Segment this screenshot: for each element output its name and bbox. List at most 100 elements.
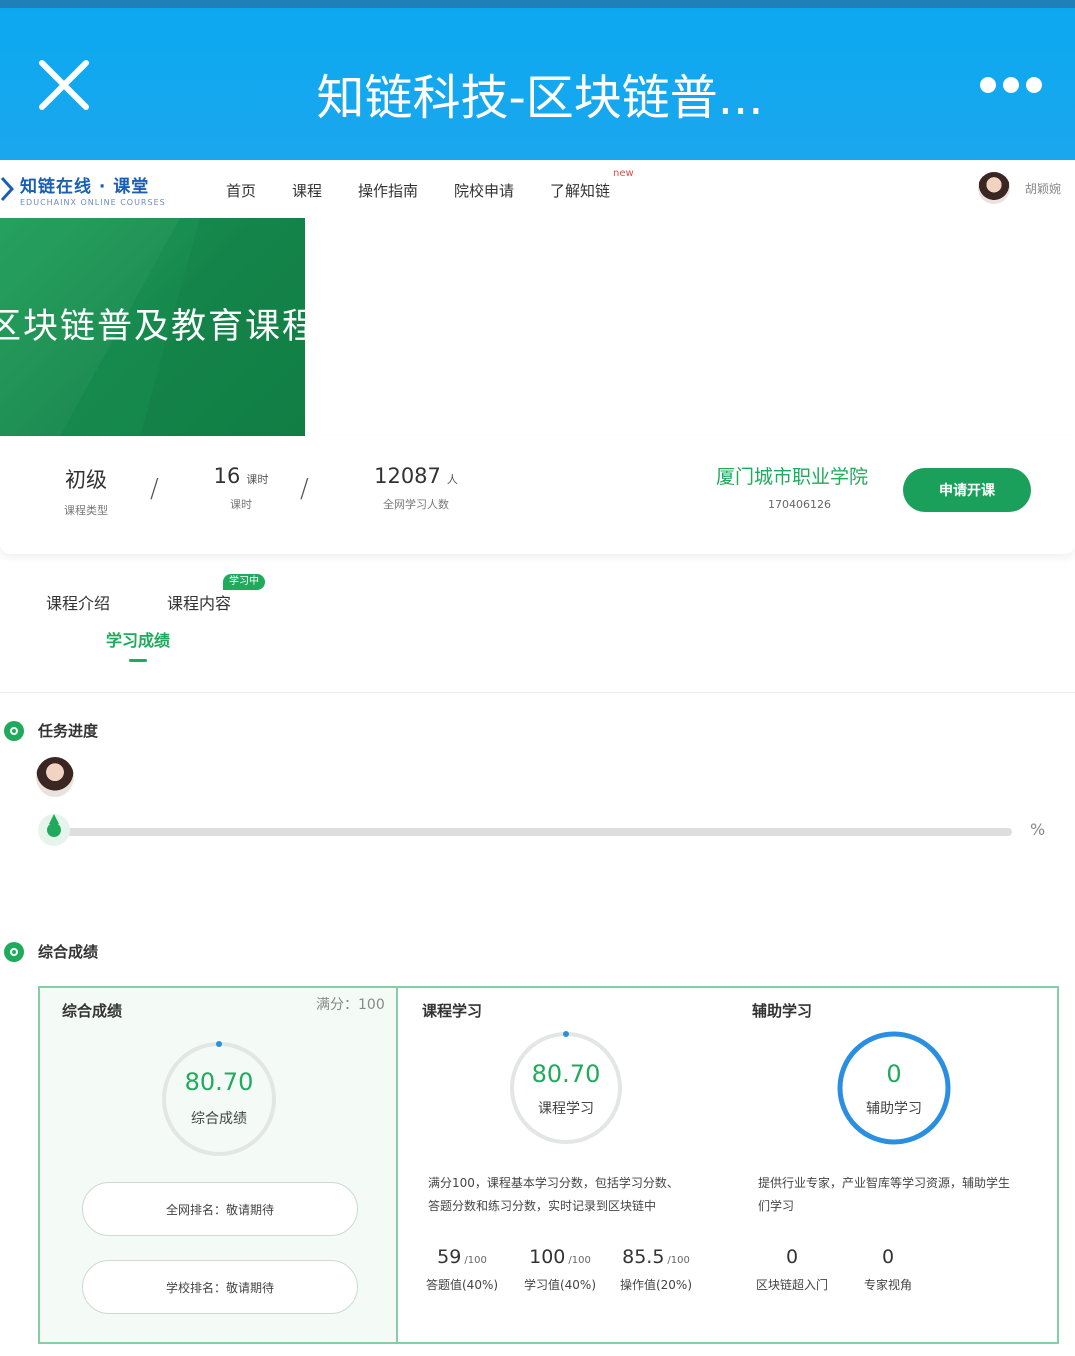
course-info-card: 初级 课程类型 / 16 课时 课时 / 12087 人 全网学习人数 厦门城市职业… <box>0 436 1075 554</box>
blockchain-intro-label: 区块链超入门 <box>755 1278 828 1292</box>
overall-score-title: 综合成绩 <box>38 943 99 961</box>
overall-score-ring: 80.70 综合成绩 <box>160 1040 278 1158</box>
blockchain-intro-score: 0 区块链超入门 <box>750 1246 834 1293</box>
overall-score-label: 综合成绩 <box>191 1111 247 1127</box>
course-learners: 12087 人 全网学习人数 <box>366 464 466 512</box>
progress-percent: % <box>1030 820 1046 839</box>
course-level-label: 课程类型 <box>64 504 108 517</box>
ring-chart <box>162 1041 276 1156</box>
expert-view-label: 专家视角 <box>863 1278 912 1292</box>
course-hours-value: 16 <box>213 464 241 488</box>
overall-score-card: 综合成绩 满分：100 80.70 综合成绩 全网排名：敬请期待 学校排名：敬请… <box>40 988 398 1342</box>
overall-card-title: 综合成绩 <box>62 1002 123 1020</box>
study-score-value: 100 <box>529 1246 566 1268</box>
site-logo[interactable]: 知链在线 · 课堂 EDUCHAINX ONLINE COURSES <box>0 172 166 212</box>
divider <box>0 692 1075 693</box>
nav-item-courses[interactable]: 课程 <box>292 180 322 201</box>
assist-study-title: 辅助学习 <box>752 1002 813 1020</box>
course-learners-label: 全网学习人数 <box>383 498 449 511</box>
school-rank: 学校排名：敬请期待 <box>82 1260 358 1314</box>
study-score-max: /100 <box>568 1255 591 1266</box>
expert-view-value: 0 <box>881 1246 895 1268</box>
answer-score-label: 答题值(40%) <box>426 1278 499 1292</box>
logo-text: 知链在线 · 课堂 <box>20 177 150 197</box>
expert-view-score: 0 专家视角 <box>858 1246 918 1293</box>
course-study-desc-line: 满分100，课程基本学习分数，包括学习分数、 <box>428 1176 679 1190</box>
answer-score: 59/100 答题值(40%) <box>426 1246 498 1293</box>
tab-course-content[interactable]: 课程内容 <box>167 590 231 614</box>
blockchain-intro-value: 0 <box>785 1246 799 1268</box>
course-hours: 16 课时 课时 <box>206 464 276 512</box>
course-study-value: 80.70 <box>531 1060 601 1088</box>
ring-chart <box>837 1031 951 1145</box>
assist-study-desc: 提供行业专家，产业智库等学习资源，辅助学生 们学习 <box>758 1172 1010 1218</box>
progress-pin-icon <box>49 814 59 824</box>
status-strip <box>0 0 1075 8</box>
ring-chart <box>510 1031 622 1144</box>
close-icon <box>39 60 89 110</box>
course-hours-label: 课时 <box>230 498 252 511</box>
more-dots-icon <box>1026 77 1042 93</box>
tab-learning-score[interactable]: 学习成绩 <box>106 627 170 651</box>
assist-study-ring: 0 辅助学习 <box>836 1030 952 1146</box>
network-rank: 全网排名：敬请期待 <box>82 1182 358 1236</box>
course-study-title: 课程学习 <box>422 1002 483 1020</box>
operation-score-value: 85.5 <box>622 1246 665 1268</box>
more-dots-icon <box>980 77 996 93</box>
tab-course-intro[interactable]: 课程介绍 <box>46 590 110 614</box>
eye-icon <box>4 941 24 962</box>
answer-score-max: /100 <box>464 1255 487 1266</box>
separator: / <box>300 474 309 504</box>
active-tab-indicator <box>129 659 147 662</box>
assist-study-value: 0 <box>886 1060 902 1088</box>
task-progress-header: 任务进度 <box>4 720 98 741</box>
operation-score-max: /100 <box>667 1255 690 1266</box>
window-title: 知链科技-区块链普... <box>316 70 764 126</box>
course-banner: 区块链普及教育课程 <box>0 218 305 436</box>
task-progress-title: 任务进度 <box>38 722 99 740</box>
assist-study-desc-line: 提供行业专家，产业智库等学习资源，辅助学生 <box>758 1176 1011 1190</box>
close-button[interactable] <box>34 55 94 115</box>
banner-title: 区块链普及教育课程 <box>0 307 305 347</box>
logo-subtext: EDUCHAINX ONLINE COURSES <box>20 198 166 207</box>
operation-score: 85.5/100 操作值(20%) <box>616 1246 696 1293</box>
course-study-desc: 满分100，课程基本学习分数，包括学习分数、 答题分数和练习分数，实时记录到区块… <box>428 1172 679 1218</box>
separator: / <box>150 474 159 504</box>
more-button[interactable] <box>980 72 1050 98</box>
title-bar: 知链科技-区块链普... <box>0 0 1075 160</box>
course-learners-unit: 人 <box>446 473 458 486</box>
course-study-label: 课程学习 <box>538 1101 594 1117</box>
progress-track <box>54 828 1012 836</box>
learning-badge: 学习中 <box>223 574 265 590</box>
assist-study-label: 辅助学习 <box>866 1101 922 1117</box>
assist-study-desc-line: 们学习 <box>758 1199 795 1213</box>
new-badge: new <box>613 168 634 179</box>
school-code: 170406126 <box>768 498 831 511</box>
user-avatar[interactable] <box>978 172 1010 204</box>
user-name[interactable]: 胡颖婉 <box>1025 180 1061 197</box>
nav-item-school-apply[interactable]: 院校申请 <box>454 180 514 201</box>
site-navbar: 知链在线 · 课堂 EDUCHAINX ONLINE COURSES 首页 课程… <box>0 160 1075 218</box>
score-panel: 综合成绩 满分：100 80.70 综合成绩 全网排名：敬请期待 学校排名：敬请… <box>38 986 1059 1344</box>
nav-item-about[interactable]: 了解知链 <box>550 180 610 201</box>
school-name: 厦门城市职业学院 <box>716 466 869 488</box>
course-study-desc-line: 答题分数和练习分数，实时记录到区块链中 <box>428 1199 657 1213</box>
apply-course-button[interactable]: 申请开课 <box>903 468 1031 512</box>
study-score-label: 学习值(40%) <box>523 1278 597 1292</box>
course-level-value: 初级 <box>65 468 107 492</box>
operation-score-label: 操作值(20%) <box>619 1278 693 1292</box>
eye-icon <box>4 720 24 741</box>
full-score: 满分：100 <box>316 997 385 1013</box>
more-dots-icon <box>1003 77 1019 93</box>
course-level: 初级 课程类型 <box>56 464 116 518</box>
nav-item-guide[interactable]: 操作指南 <box>358 180 418 201</box>
nav-item-home[interactable]: 首页 <box>226 180 256 201</box>
course-learners-value: 12087 <box>374 464 441 488</box>
overall-score-header: 综合成绩 <box>4 941 98 962</box>
logo-chevron-icon <box>0 176 14 202</box>
overall-score-value: 80.70 <box>184 1068 254 1096</box>
course-hours-unit: 课时 <box>246 473 269 486</box>
course-study-ring: 80.70 课程学习 <box>508 1030 624 1146</box>
user-avatar <box>36 757 74 797</box>
answer-score-value: 59 <box>437 1246 462 1268</box>
